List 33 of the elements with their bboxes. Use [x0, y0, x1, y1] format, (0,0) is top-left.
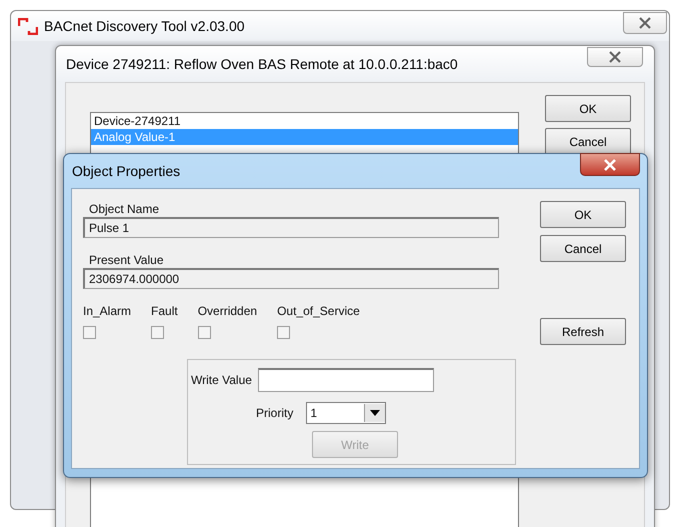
checkbox-label: Fault	[151, 304, 178, 318]
checkbox-label: Out_of_Service	[277, 304, 360, 318]
checkbox[interactable]	[198, 326, 211, 339]
checkbox[interactable]	[277, 326, 290, 339]
window-title: Device 2749211: Reflow Oven BAS Remote at 10.0.0.211:bac0	[66, 56, 458, 72]
close-button[interactable]	[587, 47, 643, 67]
checkbox-label: Overridden	[198, 304, 258, 318]
ok-button[interactable]: OK	[540, 201, 626, 228]
close-icon	[608, 51, 622, 63]
cancel-button[interactable]: Cancel	[545, 128, 631, 155]
logo-icon	[18, 18, 38, 34]
field-label: Object Name	[88, 201, 160, 217]
checkbox[interactable]	[151, 326, 164, 339]
window-title: BACnet Discovery Tool v2.03.00	[44, 18, 245, 34]
checkbox[interactable]	[83, 326, 96, 339]
ok-button[interactable]: OK	[545, 95, 631, 122]
priority-dropdown[interactable]: 1	[306, 402, 386, 424]
field-label: Present Value	[88, 252, 164, 268]
field-label: Priority	[256, 406, 294, 420]
refresh-button[interactable]: Refresh	[540, 318, 626, 345]
field-label: Write Value	[191, 373, 252, 387]
cancel-button[interactable]: Cancel	[540, 235, 626, 262]
close-button[interactable]	[580, 153, 640, 176]
text-field[interactable]: 2306974.000000	[83, 268, 499, 289]
close-icon	[603, 158, 617, 170]
text-field[interactable]: Pulse 1	[83, 217, 499, 238]
checkbox-label: In_Alarm	[83, 304, 132, 318]
list-item[interactable]: Device-2749211	[91, 113, 518, 129]
close-button[interactable]	[623, 12, 667, 34]
write-value-field[interactable]	[258, 368, 434, 392]
dialog-title: Object Properties	[71, 163, 180, 179]
close-icon	[638, 17, 652, 29]
dropdown-arrow-icon	[370, 410, 380, 416]
